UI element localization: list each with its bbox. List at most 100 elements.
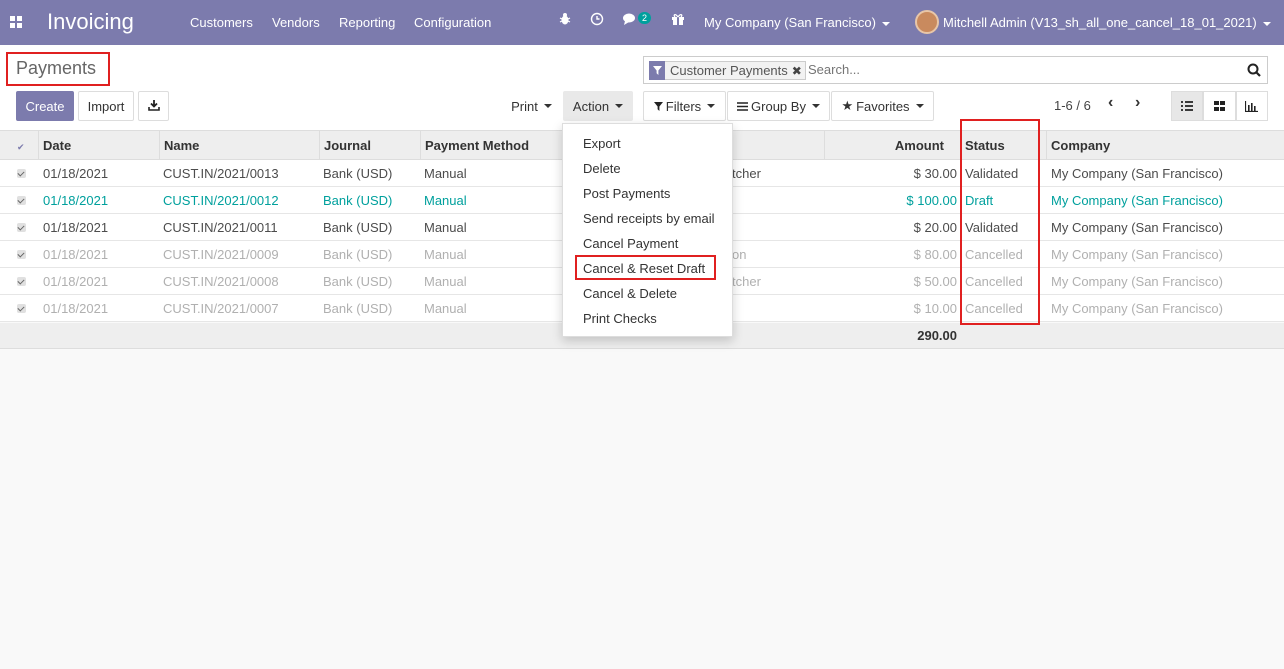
list-bars-icon	[737, 99, 749, 114]
user-name: Mitchell Admin (V13_sh_all_one_cancel_18…	[943, 15, 1257, 30]
row-partner: tcher	[732, 274, 761, 289]
column-name[interactable]: Name	[159, 131, 320, 160]
activity-clock-icon[interactable]	[590, 12, 604, 29]
amount-total: 290.00	[917, 328, 957, 343]
filter-icon	[653, 99, 663, 114]
row-payment-method: Manual	[424, 274, 467, 289]
action-menu: Export Delete Post Payments Send receipt…	[562, 123, 733, 337]
apps-menu-icon[interactable]	[10, 16, 22, 28]
chevron-down-icon	[1262, 21, 1271, 26]
row-payment-method: Manual	[424, 193, 467, 208]
action-delete[interactable]: Delete	[583, 161, 621, 176]
pager-previous-icon[interactable]: ‹	[1108, 94, 1113, 112]
view-switcher	[1171, 91, 1268, 121]
row-checkbox[interactable]	[17, 169, 26, 178]
menu-customers[interactable]: Customers	[190, 15, 253, 30]
group-by-label: Group By	[751, 98, 806, 114]
search-bar[interactable]: Customer Payments ✖	[643, 56, 1268, 84]
column-journal[interactable]: Journal	[319, 131, 421, 160]
pager-value[interactable]: 1-6 / 6	[1054, 98, 1091, 113]
print-label: Print	[511, 98, 538, 114]
user-avatar[interactable]	[915, 10, 939, 34]
row-name: CUST.IN/2021/0007	[163, 301, 279, 316]
column-amount[interactable]: Amount	[824, 131, 961, 160]
favorites-label: Favorites	[856, 98, 910, 114]
row-date: 01/18/2021	[43, 166, 109, 181]
row-checkbox[interactable]	[17, 196, 26, 205]
list-view-icon[interactable]	[1171, 91, 1204, 121]
row-amount: $ 50.00	[913, 274, 957, 289]
row-partner: on	[732, 247, 747, 262]
chevron-down-icon	[881, 21, 890, 26]
app-title[interactable]: Invoicing	[47, 9, 134, 35]
row-name: CUST.IN/2021/0009	[163, 247, 279, 262]
status-highlight-box	[960, 119, 1040, 325]
control-panel: Payments Customer Payments ✖ Create Impo…	[0, 45, 1284, 131]
print-dropdown[interactable]: Print	[500, 91, 563, 121]
action-dropdown[interactable]: Action	[563, 91, 633, 121]
row-journal: Bank (USD)	[323, 274, 393, 289]
row-checkbox[interactable]	[17, 304, 26, 313]
row-payment-method: Manual	[424, 247, 467, 262]
group-by-dropdown[interactable]: Group By	[727, 91, 830, 121]
remove-facet-icon[interactable]: ✖	[792, 64, 805, 78]
company-switcher[interactable]: My Company (San Francisco)	[704, 15, 890, 30]
row-payment-method: Manual	[424, 220, 467, 235]
action-post-payments[interactable]: Post Payments	[583, 186, 670, 201]
favorites-dropdown[interactable]: ★ Favorites	[831, 91, 934, 121]
row-amount: $ 10.00	[913, 301, 957, 316]
row-company: My Company (San Francisco)	[1051, 193, 1223, 208]
search-icon[interactable]	[1247, 63, 1261, 80]
row-journal: Bank (USD)	[323, 220, 393, 235]
title-highlight-box	[6, 52, 110, 86]
row-date: 01/18/2021	[43, 301, 109, 316]
row-checkbox[interactable]	[17, 223, 26, 232]
filter-icon	[649, 61, 665, 80]
column-date[interactable]: Date	[38, 131, 160, 160]
row-payment-method: Manual	[424, 166, 467, 181]
row-name: CUST.IN/2021/0012	[163, 193, 279, 208]
gift-icon[interactable]	[671, 12, 685, 29]
row-name: CUST.IN/2021/0008	[163, 274, 279, 289]
row-journal: Bank (USD)	[323, 301, 393, 316]
row-company: My Company (San Francisco)	[1051, 247, 1223, 262]
action-label: Action	[572, 98, 610, 114]
download-icon	[147, 99, 160, 114]
menu-reporting[interactable]: Reporting	[339, 15, 395, 30]
row-payment-method: Manual	[424, 301, 467, 316]
menu-configuration[interactable]: Configuration	[414, 15, 491, 30]
star-icon: ★	[841, 98, 854, 113]
graph-view-icon[interactable]	[1235, 91, 1268, 121]
action-print-checks[interactable]: Print Checks	[583, 311, 657, 326]
menu-vendors[interactable]: Vendors	[272, 15, 320, 30]
filters-dropdown[interactable]: Filters	[643, 91, 726, 121]
user-menu[interactable]: Mitchell Admin (V13_sh_all_one_cancel_18…	[943, 15, 1271, 30]
import-button[interactable]: Import	[78, 91, 134, 121]
bug-icon[interactable]	[558, 12, 572, 29]
select-all-checkbox[interactable]: ✔	[17, 142, 25, 153]
action-cancel-delete[interactable]: Cancel & Delete	[583, 286, 677, 301]
pager-next-icon[interactable]: ›	[1135, 94, 1140, 112]
chevron-down-icon	[915, 104, 924, 108]
row-name: CUST.IN/2021/0013	[163, 166, 279, 181]
search-input[interactable]	[808, 62, 1228, 77]
action-export[interactable]: Export	[583, 136, 621, 151]
create-button[interactable]: Create	[16, 91, 74, 121]
row-company: My Company (San Francisco)	[1051, 220, 1223, 235]
column-company[interactable]: Company	[1046, 131, 1284, 160]
row-amount: $ 80.00	[913, 247, 957, 262]
row-amount: $ 20.00	[913, 220, 957, 235]
row-checkbox[interactable]	[17, 277, 26, 286]
row-checkbox[interactable]	[17, 250, 26, 259]
messages-icon[interactable]	[622, 12, 638, 29]
messages-count-badge: 2	[638, 12, 652, 24]
download-button[interactable]	[138, 91, 169, 121]
search-facet: Customer Payments ✖	[649, 61, 806, 80]
row-partner: tcher	[732, 166, 761, 181]
chevron-down-icon	[543, 104, 552, 108]
action-cancel-payment[interactable]: Cancel Payment	[583, 236, 678, 251]
action-send-receipts[interactable]: Send receipts by email	[583, 211, 715, 226]
kanban-view-icon[interactable]	[1203, 91, 1236, 121]
row-date: 01/18/2021	[43, 193, 109, 208]
row-journal: Bank (USD)	[323, 193, 393, 208]
